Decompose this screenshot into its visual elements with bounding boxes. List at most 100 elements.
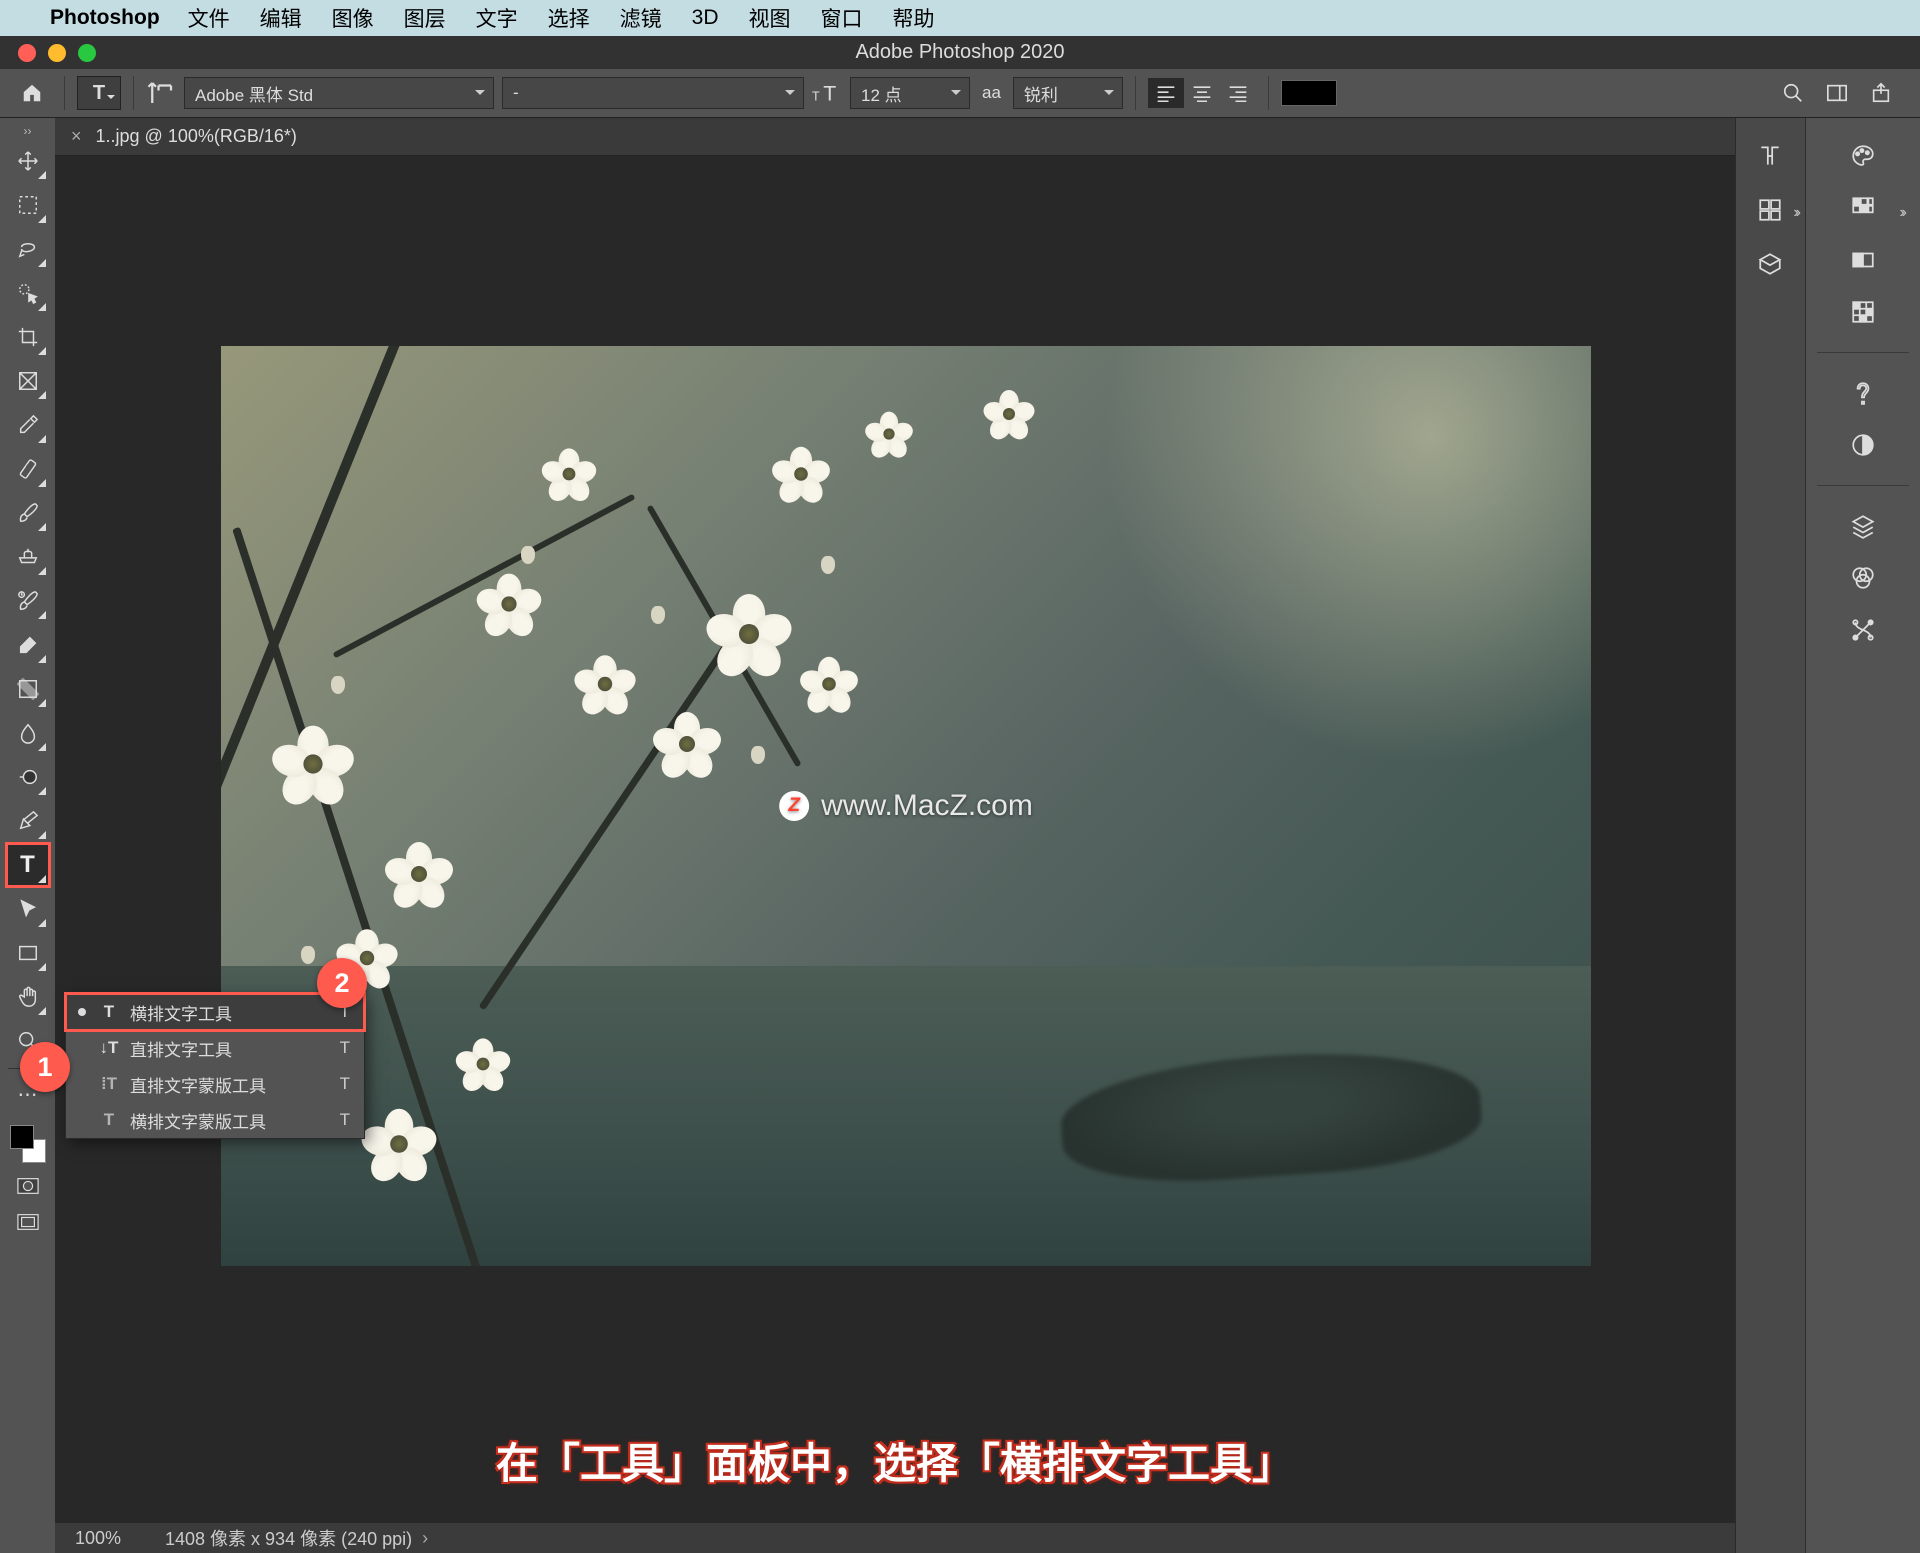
flyout-item-label: 横排文字工具 bbox=[130, 1000, 232, 1025]
gradients-panel-icon[interactable] bbox=[1845, 242, 1881, 278]
view-mode-icon[interactable] bbox=[1824, 80, 1850, 106]
font-family-dropdown[interactable]: Adobe 黑体 Std bbox=[184, 77, 494, 109]
rectangle-tool[interactable] bbox=[7, 932, 49, 974]
frame-tool[interactable] bbox=[7, 360, 49, 402]
document-area: × 1..jpg @ 100%(RGB/16*) bbox=[55, 118, 1735, 1553]
screen-mode-toggle[interactable] bbox=[11, 1207, 45, 1237]
flyout-shortcut: T bbox=[340, 1110, 350, 1130]
quick-mask-toggle[interactable] bbox=[11, 1171, 45, 1201]
gradient-tool[interactable] bbox=[7, 668, 49, 710]
eraser-tool[interactable] bbox=[7, 624, 49, 666]
text-align-group bbox=[1148, 78, 1256, 108]
right-panels: ›› ›› bbox=[1735, 118, 1920, 1553]
swatches-panel-icon[interactable] bbox=[1845, 190, 1881, 226]
tools-collapse-icon[interactable]: ›› bbox=[0, 124, 55, 140]
antialiasing-value: 锐利 bbox=[1024, 81, 1058, 106]
menu-select[interactable]: 选择 bbox=[548, 3, 590, 33]
channels-panel-icon[interactable] bbox=[1845, 560, 1881, 596]
path-select-tool[interactable] bbox=[7, 888, 49, 930]
marquee-tool[interactable] bbox=[7, 184, 49, 226]
canvas[interactable]: Z www.MacZ.com 在「工具」面板中，选择「横排文字工具」 100% … bbox=[55, 156, 1735, 1553]
adjustments-panel-icon[interactable] bbox=[1845, 427, 1881, 463]
font-family-value: Adobe 黑体 Std bbox=[195, 81, 313, 106]
menu-edit[interactable]: 编辑 bbox=[260, 3, 302, 33]
watermark-badge-icon: Z bbox=[779, 791, 809, 821]
color-panel-icon[interactable] bbox=[1845, 138, 1881, 174]
hand-tool[interactable] bbox=[7, 976, 49, 1018]
svg-text:T: T bbox=[812, 90, 820, 104]
align-right-button[interactable] bbox=[1220, 78, 1256, 108]
align-center-button[interactable] bbox=[1184, 78, 1220, 108]
flyout-horizontal-type[interactable]: T 横排文字工具 T bbox=[66, 994, 364, 1030]
tool-preset-dropdown[interactable]: T bbox=[77, 76, 121, 110]
menu-3d[interactable]: 3D bbox=[692, 6, 719, 30]
libraries-panel-icon[interactable] bbox=[1752, 246, 1788, 282]
properties-panel-icon[interactable] bbox=[1752, 192, 1788, 228]
menubar-app-name[interactable]: Photoshop bbox=[50, 6, 160, 30]
document-image: Z www.MacZ.com bbox=[221, 346, 1591, 1266]
close-window-button[interactable] bbox=[18, 44, 36, 62]
search-icon[interactable] bbox=[1780, 80, 1806, 106]
menu-help[interactable]: 帮助 bbox=[893, 3, 935, 33]
antialiasing-dropdown[interactable]: 锐利 bbox=[1013, 77, 1123, 109]
separator bbox=[1817, 485, 1909, 486]
document-tab[interactable]: 1..jpg @ 100%(RGB/16*) bbox=[96, 126, 297, 147]
home-button[interactable] bbox=[12, 76, 52, 110]
quick-select-tool[interactable] bbox=[7, 272, 49, 314]
type-tool[interactable]: T bbox=[7, 844, 49, 886]
status-flyout-icon[interactable]: › bbox=[422, 1528, 428, 1549]
minimize-window-button[interactable] bbox=[48, 44, 66, 62]
menu-type[interactable]: 文字 bbox=[476, 3, 518, 33]
crop-tool[interactable] bbox=[7, 316, 49, 358]
close-tab-icon[interactable]: × bbox=[71, 126, 82, 147]
separator bbox=[64, 76, 65, 110]
color-swatches[interactable] bbox=[8, 1123, 48, 1165]
menu-view[interactable]: 视图 bbox=[749, 3, 791, 33]
learn-panel-icon[interactable] bbox=[1845, 375, 1881, 411]
options-bar: T Adobe 黑体 Std - TT 12 点 aa 锐利 bbox=[0, 69, 1920, 118]
align-left-button[interactable] bbox=[1148, 78, 1184, 108]
paths-panel-icon[interactable] bbox=[1845, 612, 1881, 648]
window-titlebar: Adobe Photoshop 2020 bbox=[0, 36, 1920, 69]
lasso-tool[interactable] bbox=[7, 228, 49, 270]
clone-stamp-tool[interactable] bbox=[7, 536, 49, 578]
healing-brush-tool[interactable] bbox=[7, 448, 49, 490]
photoshop-window: Adobe Photoshop 2020 T Adobe 黑体 Std - TT… bbox=[0, 36, 1920, 1553]
menu-layer[interactable]: 图层 bbox=[404, 3, 446, 33]
mac-menubar: Photoshop 文件 编辑 图像 图层 文字 选择 滤镜 3D 视图 窗口 … bbox=[0, 0, 1920, 36]
menu-window[interactable]: 窗口 bbox=[821, 3, 863, 33]
layers-panel-icon[interactable] bbox=[1845, 508, 1881, 544]
text-orientation-toggle[interactable] bbox=[146, 78, 176, 108]
zoom-window-button[interactable] bbox=[78, 44, 96, 62]
menu-image[interactable]: 图像 bbox=[332, 3, 374, 33]
collapse-dock-icon[interactable]: ›› bbox=[1899, 204, 1904, 222]
blur-tool[interactable] bbox=[7, 712, 49, 754]
share-icon[interactable] bbox=[1868, 80, 1894, 106]
dodge-tool[interactable] bbox=[7, 756, 49, 798]
brush-tool[interactable] bbox=[7, 492, 49, 534]
menu-filter[interactable]: 滤镜 bbox=[620, 3, 662, 33]
patterns-panel-icon[interactable] bbox=[1845, 294, 1881, 330]
font-style-dropdown[interactable]: - bbox=[502, 77, 804, 109]
annotation-badge-1: 1 bbox=[20, 1042, 70, 1092]
history-panel-icon[interactable] bbox=[1752, 138, 1788, 174]
collapse-dock-icon[interactable]: ›› bbox=[1793, 204, 1798, 222]
flyout-vertical-type-mask[interactable]: ⁞T 直排文字蒙版工具 T bbox=[66, 1066, 364, 1102]
flyout-horizontal-type-mask[interactable]: T 横排文字蒙版工具 T bbox=[66, 1102, 364, 1138]
text-color-swatch[interactable] bbox=[1281, 80, 1337, 106]
history-brush-tool[interactable] bbox=[7, 580, 49, 622]
eyedropper-tool[interactable] bbox=[7, 404, 49, 446]
menu-file[interactable]: 文件 bbox=[188, 3, 230, 33]
flyout-vertical-type[interactable]: ↓T 直排文字工具 T bbox=[66, 1030, 364, 1066]
doc-info[interactable]: 1408 像素 x 934 像素 (240 ppi) bbox=[165, 1525, 412, 1551]
watermark: Z www.MacZ.com bbox=[779, 789, 1033, 823]
window-title: Adobe Photoshop 2020 bbox=[0, 41, 1920, 64]
pen-tool[interactable] bbox=[7, 800, 49, 842]
separator bbox=[1135, 76, 1136, 110]
zoom-level[interactable]: 100% bbox=[75, 1528, 165, 1549]
workspace-body: ›› T ⋯ bbox=[0, 118, 1920, 1553]
font-size-value: 12 点 bbox=[861, 81, 902, 106]
flyout-shortcut: T bbox=[340, 1074, 350, 1094]
move-tool[interactable] bbox=[7, 140, 49, 182]
font-size-dropdown[interactable]: 12 点 bbox=[850, 77, 970, 109]
